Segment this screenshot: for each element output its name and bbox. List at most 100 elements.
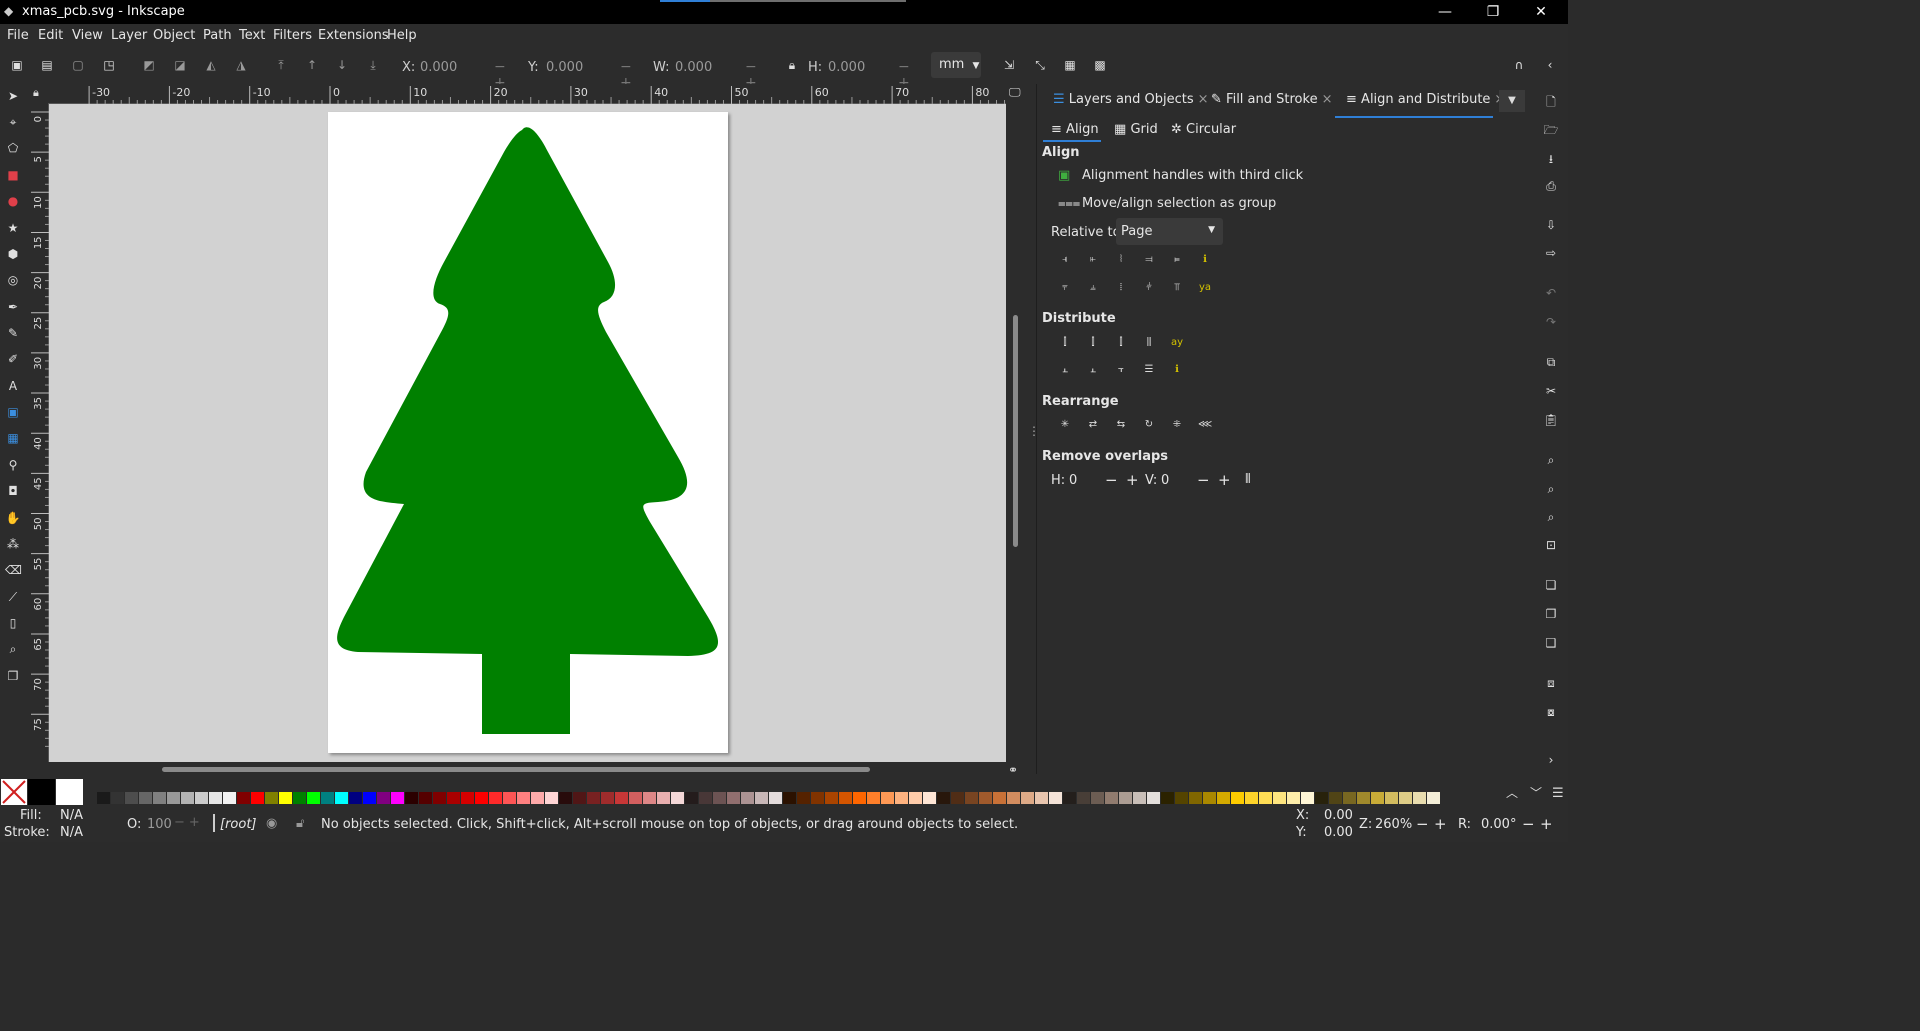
w-value[interactable]: 0.000 xyxy=(675,60,712,75)
align-text-anchor-icon[interactable]: ℹ xyxy=(1198,254,1212,266)
color-swatch[interactable] xyxy=(825,792,838,804)
rotate-cw-icon[interactable]: ◪ xyxy=(172,57,188,73)
color-swatch[interactable] xyxy=(1091,792,1104,804)
tweak-tool-icon[interactable]: ✋ xyxy=(5,510,21,526)
color-swatch[interactable] xyxy=(769,792,782,804)
rotate-ccw-step-icon[interactable]: − xyxy=(1522,815,1535,833)
palette-menu-icon[interactable]: ☰ xyxy=(1552,786,1564,801)
color-swatch[interactable] xyxy=(587,792,600,804)
redo-icon[interactable]: ↷ xyxy=(1543,314,1559,330)
overlap-v-value[interactable]: 0 xyxy=(1161,473,1169,488)
color-swatch[interactable] xyxy=(167,792,180,804)
color-swatch[interactable] xyxy=(755,792,768,804)
color-swatch[interactable] xyxy=(1077,792,1090,804)
tabs-overflow-chevron-icon[interactable]: ▼ xyxy=(1499,90,1525,112)
paint-bucket-icon[interactable]: ◘ xyxy=(5,483,21,499)
color-swatch[interactable] xyxy=(1399,792,1412,804)
group-icon[interactable]: ⧈ xyxy=(1543,675,1559,691)
align-left-edges-icon[interactable]: ⫦ xyxy=(1086,254,1100,266)
color-swatch[interactable] xyxy=(699,792,712,804)
color-swatch[interactable] xyxy=(559,792,572,804)
pen-tool-icon[interactable]: ✒ xyxy=(5,299,21,315)
lower-to-bottom-icon[interactable]: ⤓ xyxy=(365,57,381,73)
white-swatch[interactable] xyxy=(56,779,83,805)
color-swatch[interactable] xyxy=(1021,792,1034,804)
color-swatch[interactable] xyxy=(1287,792,1300,804)
color-swatch[interactable] xyxy=(405,792,418,804)
scale-corners-icon[interactable]: ⤡ xyxy=(1032,57,1048,73)
no-paint-swatch[interactable] xyxy=(1,779,27,805)
exchange-selection-order-icon[interactable]: ⇄ xyxy=(1086,419,1100,431)
pencil-tool-icon[interactable]: ✎ xyxy=(5,325,21,341)
color-swatch[interactable] xyxy=(489,792,502,804)
color-swatch[interactable] xyxy=(111,792,124,804)
color-swatch[interactable] xyxy=(195,792,208,804)
distribute-bottom-icon[interactable]: ⫟ xyxy=(1114,364,1128,376)
color-swatch[interactable] xyxy=(1413,792,1426,804)
overlap-v-decrement-icon[interactable]: − xyxy=(1197,471,1210,489)
color-swatch[interactable] xyxy=(923,792,936,804)
color-swatch[interactable] xyxy=(839,792,852,804)
color-swatch[interactable] xyxy=(797,792,810,804)
color-swatch[interactable] xyxy=(1301,792,1314,804)
color-managed-icon[interactable]: ⚭ xyxy=(1008,763,1018,777)
zoom-drawing-icon[interactable]: ⌕ xyxy=(1543,481,1559,497)
save-icon[interactable]: ⭳ xyxy=(1543,151,1559,167)
select-all-layers-icon[interactable]: ▤ xyxy=(39,57,55,73)
color-swatch[interactable] xyxy=(391,792,404,804)
color-swatch[interactable] xyxy=(1329,792,1342,804)
horizontal-ruler[interactable]: -30-20-1001020304050607080 xyxy=(48,84,1006,104)
color-swatch[interactable] xyxy=(1133,792,1146,804)
distribute-gaps-h-icon[interactable]: ⫼ xyxy=(1142,337,1156,349)
vertical-scrollbar[interactable] xyxy=(1013,315,1018,547)
open-document-icon[interactable]: 🗁︎ xyxy=(1543,122,1559,138)
color-swatch[interactable] xyxy=(321,792,334,804)
move-patterns-icon[interactable]: ▩ xyxy=(1092,57,1108,73)
close-icon[interactable]: × xyxy=(1322,92,1333,107)
export-icon[interactable]: ⇨ xyxy=(1543,245,1559,261)
close-icon[interactable]: × xyxy=(1198,92,1209,107)
paste-icon[interactable]: 📋︎ xyxy=(1543,412,1559,428)
zoom-out-icon[interactable]: − xyxy=(1416,815,1429,833)
text-tool-icon[interactable]: A xyxy=(5,378,21,394)
color-swatch[interactable] xyxy=(1427,792,1440,804)
color-swatch[interactable] xyxy=(811,792,824,804)
zoom-value[interactable]: 260% xyxy=(1375,817,1412,832)
relative-to-select[interactable]: Page ▼ xyxy=(1116,218,1223,245)
color-swatch[interactable] xyxy=(1147,792,1160,804)
color-swatch[interactable] xyxy=(363,792,376,804)
menu-text[interactable]: Text xyxy=(239,28,265,43)
color-swatch[interactable] xyxy=(475,792,488,804)
rotation-value[interactable]: 0.00° xyxy=(1481,817,1516,832)
color-swatch[interactable] xyxy=(951,792,964,804)
color-swatch[interactable] xyxy=(223,792,236,804)
rotate-ccw-icon[interactable]: ◩ xyxy=(141,57,157,73)
christmas-tree-shape[interactable] xyxy=(337,127,718,734)
color-swatch[interactable] xyxy=(503,792,516,804)
unclump-icon[interactable]: ⋘ xyxy=(1198,419,1212,431)
x-value[interactable]: 0.000 xyxy=(420,60,457,75)
menu-view[interactable]: View xyxy=(72,28,103,43)
color-swatch[interactable] xyxy=(461,792,474,804)
opacity-stepper-icon[interactable]: −+ xyxy=(174,815,204,830)
color-swatch[interactable] xyxy=(1315,792,1328,804)
lock-ratio-icon[interactable]: 🔒︎ xyxy=(784,57,800,73)
color-swatch[interactable] xyxy=(685,792,698,804)
zoom-page-icon[interactable]: ⌕ xyxy=(1543,509,1559,525)
color-swatch[interactable] xyxy=(1385,792,1398,804)
color-swatch[interactable] xyxy=(1357,792,1370,804)
lower-icon[interactable]: ↓ xyxy=(334,57,350,73)
align-right-to-left-icon[interactable]: ⫣ xyxy=(1058,254,1072,266)
distribute-left-icon[interactable]: ⫿ xyxy=(1058,337,1072,349)
copy-icon[interactable]: ⧉ xyxy=(1543,354,1559,370)
color-swatch[interactable] xyxy=(1119,792,1132,804)
color-swatch[interactable] xyxy=(349,792,362,804)
raise-to-top-icon[interactable]: ⤒ xyxy=(273,57,289,73)
move-gradients-icon[interactable]: ▦ xyxy=(1062,57,1078,73)
fill-value[interactable]: N/A xyxy=(60,808,83,823)
flip-horizontal-icon[interactable]: ◭ xyxy=(203,57,219,73)
color-swatch[interactable] xyxy=(1161,792,1174,804)
palette-scroll-up-icon[interactable]: ︿ xyxy=(1506,784,1518,801)
subtab-grid[interactable]: ▦ Grid xyxy=(1114,122,1158,137)
raise-icon[interactable]: ↑ xyxy=(304,57,320,73)
